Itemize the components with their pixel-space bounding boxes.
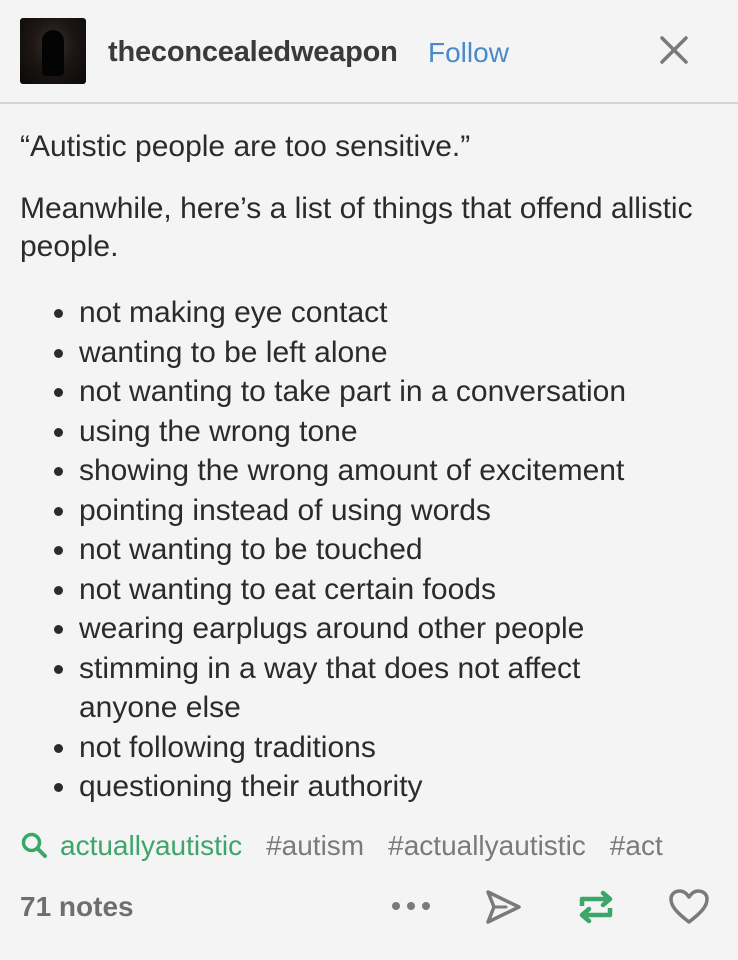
post-paragraph: Meanwhile, here’s a list of things that … [20,192,693,263]
bullet [54,585,63,595]
list-item: pointing instead of using words [0,491,679,531]
reblog-icon[interactable] [576,888,616,926]
bullet [54,546,63,555]
bullet [54,388,63,397]
post-header: theconcealedweapon Follow [0,0,738,104]
bullet [54,427,63,437]
list-item: not making eye contact [0,293,679,333]
follow-button[interactable]: Follow [428,37,509,69]
bullet [54,743,63,753]
list-item: wanting to be left alone [0,333,679,373]
list-item-text: wearing earplugs around other people [79,612,585,645]
list-item: wearing earplugs around other people [0,609,679,649]
list-item-text: wanting to be left alone [79,335,388,369]
list-item-text: not making eye contact [79,296,388,329]
tag-bar: actuallyautistic #autism #actuallyautistic… [20,828,738,868]
tag-featured[interactable]: actuallyautistic [60,830,242,861]
tag-link[interactable]: #actuallyautistic [388,830,586,861]
close-icon[interactable] [656,32,692,68]
search-icon [21,832,47,858]
list-item-text: stimming in a way that does not affect a… [79,651,581,725]
list-item-text: questioning their authority [79,770,423,803]
bullet [54,664,63,674]
list-item: not following traditions [0,728,679,768]
bullet [54,467,63,476]
list-item: questioning their authority [0,767,679,807]
tag-link[interactable]: #act [610,830,663,861]
list-item: not wanting to take part in a conversati… [0,372,679,412]
heart-icon[interactable] [668,888,710,926]
list-item: not wanting to be touched [0,530,679,570]
bullet [54,783,63,792]
list-item-text: showing the wrong amount of excitement [79,454,625,487]
avatar-figure [42,30,64,76]
tag-link[interactable]: #autism [266,830,364,861]
bullet [54,309,63,318]
bullet [54,625,63,634]
avatar[interactable] [20,18,86,84]
list-item: showing the wrong amount of excitement [0,451,679,491]
list-item: not wanting to eat certain foods [0,570,679,610]
more-icon[interactable] [390,898,432,914]
list-item-text: using the wrong tone [79,414,358,448]
post-quote: “Autistic people are too sensitive.” [20,130,471,163]
list-item: using the wrong tone [0,412,679,452]
list-item-text: not following traditions [79,730,376,764]
list-item-text: pointing instead of using words [79,493,491,527]
list-item-text: not wanting to be touched [79,533,423,566]
share-icon[interactable] [484,888,522,926]
offense-list: not making eye contact wanting to be lef… [0,293,679,807]
list-item-text: not wanting to take part in a conversati… [79,375,627,408]
username[interactable]: theconcealedweapon [108,36,398,69]
notes-count[interactable]: 71 notes [20,891,134,923]
bullet [54,506,63,516]
list-item: stimming in a way that does not affect a… [0,649,679,728]
bullet [54,348,63,358]
list-item-text: not wanting to eat certain foods [79,572,496,606]
